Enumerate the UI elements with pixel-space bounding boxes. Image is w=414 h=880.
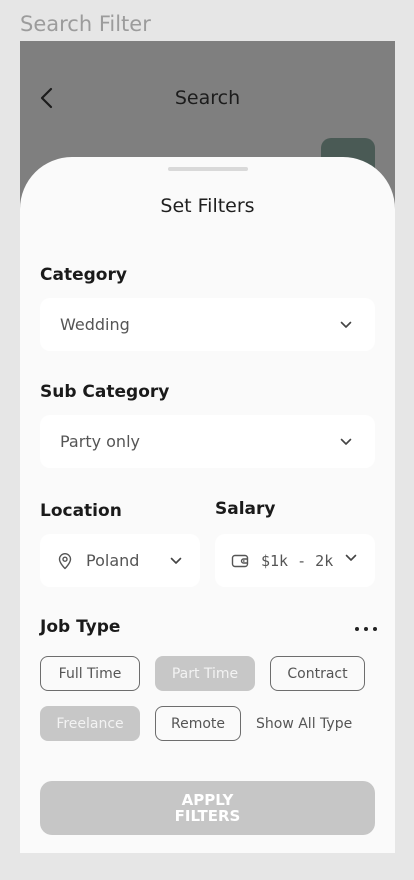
- show-all-types-link[interactable]: Show All Type: [256, 716, 352, 732]
- apply-filters-label: APPLY FILTERS: [174, 791, 241, 825]
- chevron-down-icon: [170, 557, 182, 564]
- apply-filters-button[interactable]: APPLY FILTERS: [40, 781, 375, 835]
- salary-label: Salary: [215, 499, 276, 519]
- wallet-icon: [231, 552, 249, 570]
- job-type-label: Job Type: [40, 617, 121, 637]
- sheet-title: Set Filters: [160, 195, 255, 217]
- phone-screen: Search Set Filters Category Wedding Sub …: [20, 41, 395, 853]
- location-value: Poland: [86, 551, 140, 570]
- sub-category-select[interactable]: Party only: [40, 415, 375, 468]
- category-label: Category: [40, 265, 127, 285]
- chevron-down-icon: [345, 554, 357, 561]
- chip-full-time[interactable]: Full Time: [40, 656, 140, 691]
- sub-category-label: Sub Category: [40, 382, 170, 402]
- salary-value: $1k - 2k: [261, 551, 334, 570]
- map-pin-icon: [56, 552, 74, 570]
- drag-handle[interactable]: [168, 167, 248, 171]
- chip-freelance[interactable]: Freelance: [40, 706, 140, 741]
- location-select[interactable]: Poland: [40, 534, 200, 587]
- sub-category-value: Party only: [60, 432, 140, 451]
- header-title: Search: [174, 87, 241, 109]
- category-value: Wedding: [60, 315, 130, 334]
- more-options-icon[interactable]: [355, 625, 377, 633]
- artboard-title: Search Filter: [20, 12, 151, 36]
- location-label: Location: [40, 501, 122, 521]
- chevron-down-icon: [340, 438, 352, 445]
- category-select[interactable]: Wedding: [40, 298, 375, 351]
- chip-part-time[interactable]: Part Time: [155, 656, 255, 691]
- filter-sheet: Set Filters Category Wedding Sub Categor…: [20, 157, 395, 853]
- chip-remote[interactable]: Remote: [155, 706, 241, 741]
- chevron-down-icon: [340, 321, 352, 328]
- salary-select[interactable]: $1k - 2k: [215, 534, 375, 587]
- chip-contract[interactable]: Contract: [270, 656, 365, 691]
